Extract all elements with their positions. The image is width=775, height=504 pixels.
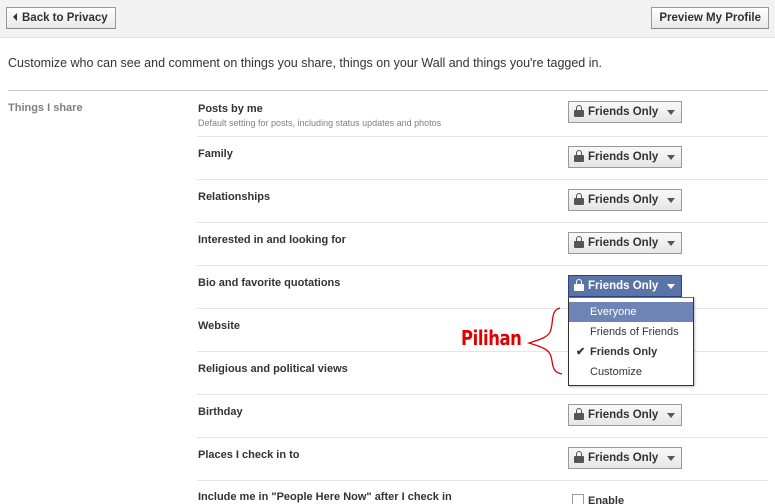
setting-label: Interested in and looking for xyxy=(198,234,346,246)
setting-label: Religious and political views xyxy=(198,363,348,375)
caret-down-icon xyxy=(667,110,675,115)
setting-label: Include me in "People Here Now" after I … xyxy=(198,491,452,503)
setting-row-people-here-now: Include me in "People Here Now" after I … xyxy=(197,481,768,504)
preview-button-label: Preview My Profile xyxy=(659,12,761,24)
caret-down-icon xyxy=(667,198,675,203)
privacy-select-bio[interactable]: Friends Only xyxy=(568,275,682,297)
setting-row-birthday: Birthday xyxy=(197,395,768,438)
back-arrow-icon xyxy=(13,13,17,21)
lock-icon xyxy=(574,279,584,291)
setting-label: Family xyxy=(198,148,233,160)
caret-down-icon xyxy=(667,413,675,418)
setting-label: Relationships xyxy=(198,191,271,203)
menu-item-everyone[interactable]: Everyone xyxy=(569,302,693,322)
select-value: Friends Only xyxy=(588,106,659,118)
caret-down-icon xyxy=(667,155,675,160)
page-description: Customize who can see and comment on thi… xyxy=(8,56,602,70)
privacy-dropdown-menu: Everyone Friends of Friends ✔ Friends Onl… xyxy=(568,297,694,386)
annotation-text: Pilihan xyxy=(461,326,522,350)
setting-label: Places I check in to xyxy=(198,449,300,461)
annotation-brace xyxy=(526,307,563,375)
setting-label: Birthday xyxy=(198,406,243,418)
lock-icon xyxy=(574,193,584,205)
setting-row-posts-by-me: Posts by me Default setting for posts, i… xyxy=(197,100,768,137)
setting-label: Posts by me xyxy=(198,103,263,115)
setting-sublabel: Default setting for posts, including sta… xyxy=(198,118,442,128)
caret-down-icon xyxy=(667,456,675,461)
lock-icon xyxy=(574,451,584,463)
lock-icon xyxy=(574,105,584,117)
back-to-privacy-button[interactable]: Back to Privacy xyxy=(6,7,116,29)
preview-my-profile-button[interactable]: Preview My Profile xyxy=(651,7,769,29)
lock-icon xyxy=(574,236,584,248)
menu-item-friends-only[interactable]: ✔ Friends Only xyxy=(569,342,693,362)
select-value: Friends Only xyxy=(588,409,659,421)
caret-down-icon xyxy=(667,284,675,289)
back-button-label: Back to Privacy xyxy=(22,12,108,24)
section-label-things-i-share: Things I share xyxy=(8,102,83,114)
setting-row-interested-in: Interested in and looking for xyxy=(197,223,768,266)
privacy-select-posts[interactable]: Friends Only xyxy=(568,101,682,123)
privacy-select-places[interactable]: Friends Only xyxy=(568,447,682,469)
setting-row-places: Places I check in to xyxy=(197,438,768,481)
menu-item-friends-of-friends[interactable]: Friends of Friends xyxy=(569,322,693,342)
checkmark-icon: ✔ xyxy=(576,346,586,358)
setting-label: Bio and favorite quotations xyxy=(198,277,341,289)
people-here-now-checkbox[interactable] xyxy=(572,494,584,504)
select-value: Friends Only xyxy=(588,452,659,464)
menu-item-customize[interactable]: Customize xyxy=(569,362,693,382)
privacy-select-relationships[interactable]: Friends Only xyxy=(568,189,682,211)
setting-row-relationships: Relationships xyxy=(197,180,768,223)
setting-row-family: Family xyxy=(197,137,768,180)
divider xyxy=(8,90,768,91)
privacy-select-interested-in[interactable]: Friends Only xyxy=(568,232,682,254)
checkbox-label: Enable xyxy=(588,495,625,504)
select-value: Friends Only xyxy=(588,194,659,206)
select-value: Friends Only xyxy=(588,151,659,163)
top-toolbar: Back to Privacy Preview My Profile xyxy=(0,0,775,38)
lock-icon xyxy=(574,150,584,162)
privacy-select-birthday[interactable]: Friends Only xyxy=(568,404,682,426)
select-value: Friends Only xyxy=(588,237,659,249)
lock-icon xyxy=(574,408,584,420)
caret-down-icon xyxy=(667,241,675,246)
select-value: Friends Only xyxy=(588,280,659,292)
setting-label: Website xyxy=(198,320,240,332)
menu-item-label: Friends Only xyxy=(590,346,658,358)
privacy-select-family[interactable]: Friends Only xyxy=(568,146,682,168)
